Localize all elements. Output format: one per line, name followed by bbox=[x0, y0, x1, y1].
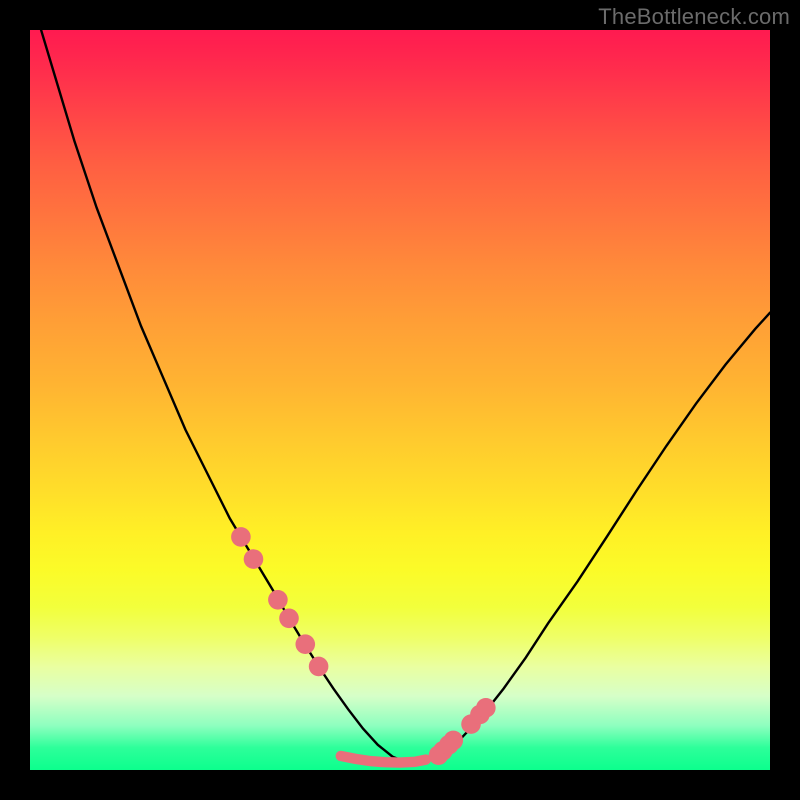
curve-marker bbox=[231, 527, 251, 547]
valley-marker-band bbox=[341, 756, 426, 763]
bottleneck-curve bbox=[30, 30, 770, 763]
curve-marker bbox=[244, 549, 264, 569]
curve-marker bbox=[279, 609, 299, 629]
plot-area bbox=[30, 30, 770, 770]
curve-marker bbox=[476, 698, 496, 718]
curve-markers-right bbox=[429, 698, 496, 765]
watermark-text: TheBottleneck.com bbox=[598, 4, 790, 30]
curve-marker bbox=[443, 731, 463, 751]
curve-marker bbox=[295, 634, 315, 654]
app-frame: TheBottleneck.com bbox=[0, 0, 800, 800]
curve-marker bbox=[309, 657, 329, 677]
curve-marker bbox=[268, 590, 288, 610]
chart-svg bbox=[30, 30, 770, 770]
curve-markers-left bbox=[231, 527, 328, 676]
